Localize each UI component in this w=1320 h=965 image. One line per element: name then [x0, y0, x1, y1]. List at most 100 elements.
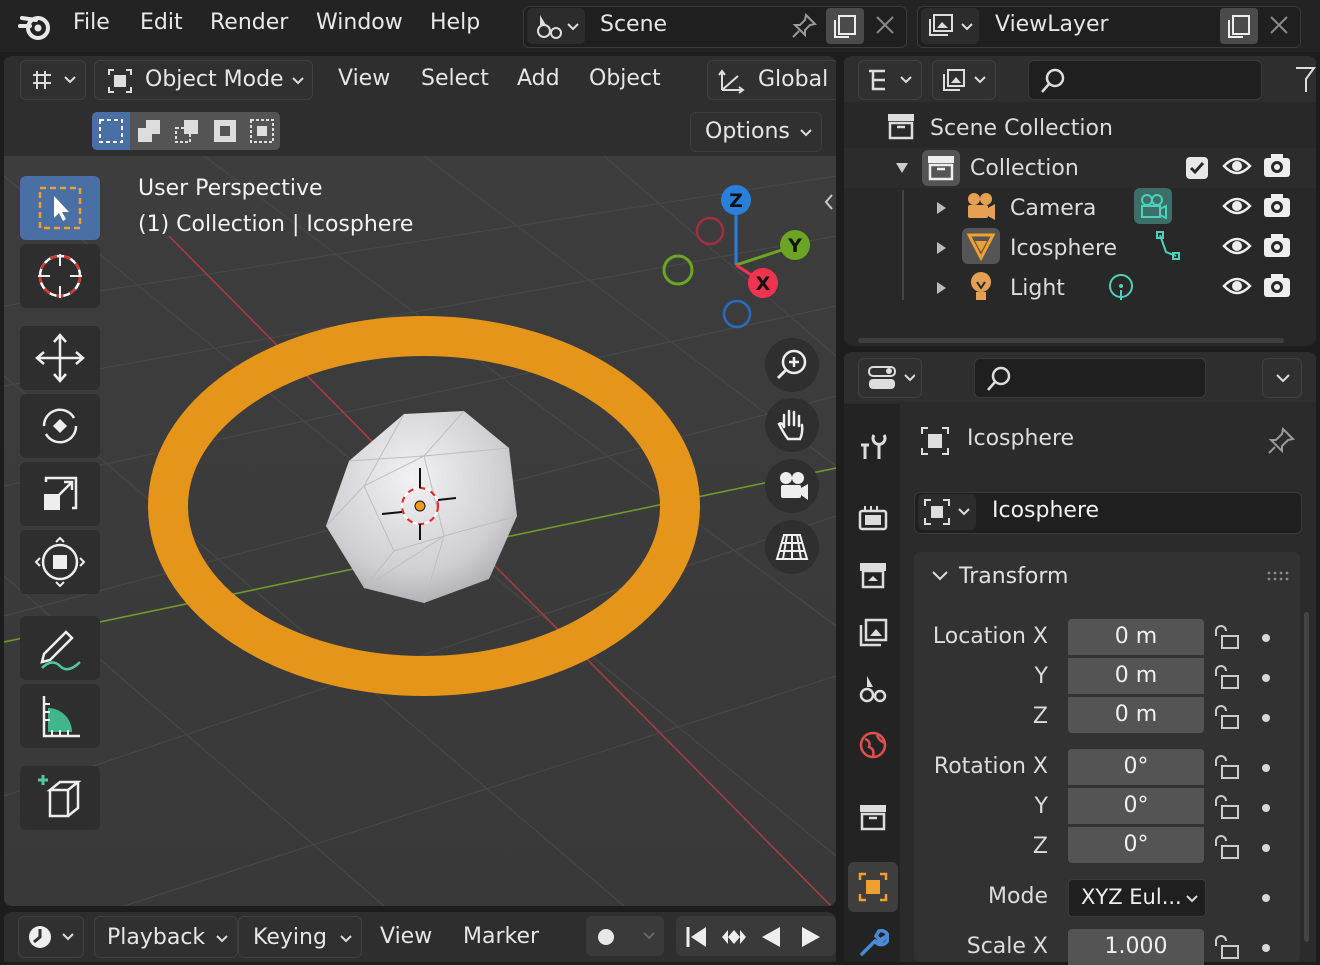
- tab-tool[interactable]: [848, 420, 898, 470]
- close-viewlayer-icon[interactable]: [1268, 14, 1290, 36]
- drag-handle-icon[interactable]: [1266, 570, 1290, 582]
- tab-scene[interactable]: [848, 664, 898, 714]
- tab-output[interactable]: [848, 550, 898, 600]
- new-viewlayer-button[interactable]: [1220, 8, 1258, 44]
- render-camera-icon[interactable]: [1262, 152, 1292, 180]
- location-y-field[interactable]: 0 m: [1068, 658, 1204, 694]
- keying-menu[interactable]: Keying: [238, 916, 362, 958]
- tool-annotate[interactable]: [20, 616, 100, 680]
- visibility-eye-icon[interactable]: [1222, 194, 1252, 218]
- lock-location-z-icon[interactable]: [1212, 704, 1240, 730]
- menu-select[interactable]: Select: [421, 66, 489, 91]
- tool-measure[interactable]: [20, 684, 100, 748]
- neg-x-handle[interactable]: [695, 216, 725, 246]
- lock-scale-x-icon[interactable]: [1212, 934, 1240, 960]
- select-intersect-button[interactable]: [244, 112, 280, 150]
- render-camera-icon[interactable]: [1262, 192, 1292, 220]
- menu-edit[interactable]: Edit: [140, 10, 183, 35]
- location-z-field[interactable]: 0 m: [1068, 697, 1204, 733]
- keyframe-dot-location-x[interactable]: [1262, 634, 1270, 642]
- outliner-scrollbar[interactable]: [858, 338, 1284, 343]
- expand-right-icon[interactable]: [934, 240, 948, 256]
- keyframe-dot-rotation-y[interactable]: [1262, 804, 1270, 812]
- visibility-eye-icon[interactable]: [1222, 154, 1252, 178]
- play-reverse-icon[interactable]: [762, 927, 780, 947]
- viewlayer-name[interactable]: ViewLayer: [995, 12, 1109, 37]
- properties-scrollbar[interactable]: [1304, 612, 1309, 942]
- scale-x-field[interactable]: 1.000: [1068, 929, 1204, 965]
- scene-collection-label[interactable]: Scene Collection: [930, 116, 1113, 141]
- visibility-eye-icon[interactable]: [1222, 274, 1252, 298]
- mesh-data-icon[interactable]: [1154, 230, 1180, 262]
- lock-location-x-icon[interactable]: [1212, 624, 1240, 650]
- pin-icon[interactable]: [1266, 426, 1296, 456]
- timeline-editor-type-button[interactable]: [18, 916, 84, 958]
- menu-object[interactable]: Object: [589, 66, 661, 91]
- zoom-button[interactable]: [765, 338, 819, 392]
- render-camera-icon[interactable]: [1262, 272, 1292, 300]
- viewport-3d[interactable]: Object Mode View Select Add Object Globa…: [4, 56, 836, 906]
- tool-select-box[interactable]: [20, 176, 100, 240]
- keyframe-jump-icon[interactable]: [722, 930, 746, 944]
- tab-collection[interactable]: [848, 792, 898, 842]
- select-new-button[interactable]: [92, 112, 130, 150]
- perspective-toggle-button[interactable]: [765, 520, 819, 574]
- navigation-gizmo[interactable]: Z Y X: [654, 180, 824, 340]
- transform-panel-title[interactable]: Transform: [959, 564, 1068, 589]
- visibility-eye-icon[interactable]: [1222, 234, 1252, 258]
- tool-scale[interactable]: [20, 462, 100, 526]
- expand-right-icon[interactable]: [934, 280, 948, 296]
- outliner-search-input[interactable]: [1028, 60, 1262, 100]
- auto-keying-toggle[interactable]: [586, 916, 664, 956]
- playback-menu[interactable]: Playback: [94, 916, 238, 958]
- lock-rotation-z-icon[interactable]: [1212, 834, 1240, 860]
- tab-object[interactable]: [848, 862, 898, 912]
- keyframe-dot-scale-x[interactable]: [1262, 944, 1270, 952]
- menu-view[interactable]: View: [338, 66, 390, 91]
- menu-render[interactable]: Render: [210, 10, 288, 35]
- timeline-menu-marker[interactable]: Marker: [463, 924, 539, 949]
- object-datablock-name[interactable]: Icosphere: [992, 498, 1099, 523]
- menu-file[interactable]: File: [73, 10, 110, 35]
- location-x-field[interactable]: 0 m: [1068, 619, 1204, 655]
- blender-logo-icon[interactable]: [18, 10, 54, 42]
- rotation-mode-dropdown[interactable]: XYZ Eul...: [1068, 879, 1206, 917]
- pan-button[interactable]: [765, 398, 819, 452]
- tab-modifiers[interactable]: [848, 918, 898, 962]
- render-camera-icon[interactable]: [1262, 232, 1292, 260]
- menu-add[interactable]: Add: [517, 66, 560, 91]
- datablock-type-dropdown[interactable]: [918, 494, 976, 530]
- tool-cursor[interactable]: [20, 244, 100, 308]
- filter-icon[interactable]: [1292, 64, 1316, 94]
- lock-rotation-x-icon[interactable]: [1212, 754, 1240, 780]
- jump-start-icon[interactable]: [686, 927, 706, 947]
- pin-icon[interactable]: [790, 12, 818, 40]
- lock-location-y-icon[interactable]: [1212, 664, 1240, 690]
- keyframe-dot-rotation-mode[interactable]: [1262, 894, 1270, 902]
- keyframe-dot-location-z[interactable]: [1262, 714, 1270, 722]
- light-data-icon[interactable]: [1106, 272, 1136, 304]
- rotation-y-field[interactable]: 0°: [1068, 788, 1204, 824]
- tool-rotate[interactable]: [20, 394, 100, 458]
- tool-move[interactable]: [20, 326, 100, 390]
- keyframe-dot-location-y[interactable]: [1262, 674, 1270, 682]
- sidebar-toggle-chevron-icon[interactable]: [822, 192, 836, 212]
- select-subtract-button[interactable]: [168, 112, 206, 150]
- camera-view-button[interactable]: [765, 459, 819, 513]
- rotation-x-field[interactable]: 0°: [1068, 749, 1204, 785]
- outliner-item-icosphere[interactable]: Icosphere: [1010, 236, 1117, 261]
- viewlayer-type-dropdown[interactable]: [921, 8, 979, 44]
- display-mode-dropdown[interactable]: [932, 60, 996, 100]
- properties-editor-type-button[interactable]: [858, 358, 922, 398]
- neg-z-handle[interactable]: [722, 299, 752, 329]
- tab-world[interactable]: [848, 720, 898, 770]
- tab-view-layer[interactable]: [848, 608, 898, 658]
- camera-data-icon-bg[interactable]: [1134, 188, 1172, 224]
- keyframe-dot-rotation-x[interactable]: [1262, 764, 1270, 772]
- menu-help[interactable]: Help: [430, 10, 480, 35]
- properties-options-dropdown[interactable]: [1262, 358, 1302, 398]
- select-extend-button[interactable]: [130, 112, 168, 150]
- rotation-z-field[interactable]: 0°: [1068, 827, 1204, 863]
- editor-type-button[interactable]: [20, 60, 86, 100]
- play-icon[interactable]: [802, 927, 820, 947]
